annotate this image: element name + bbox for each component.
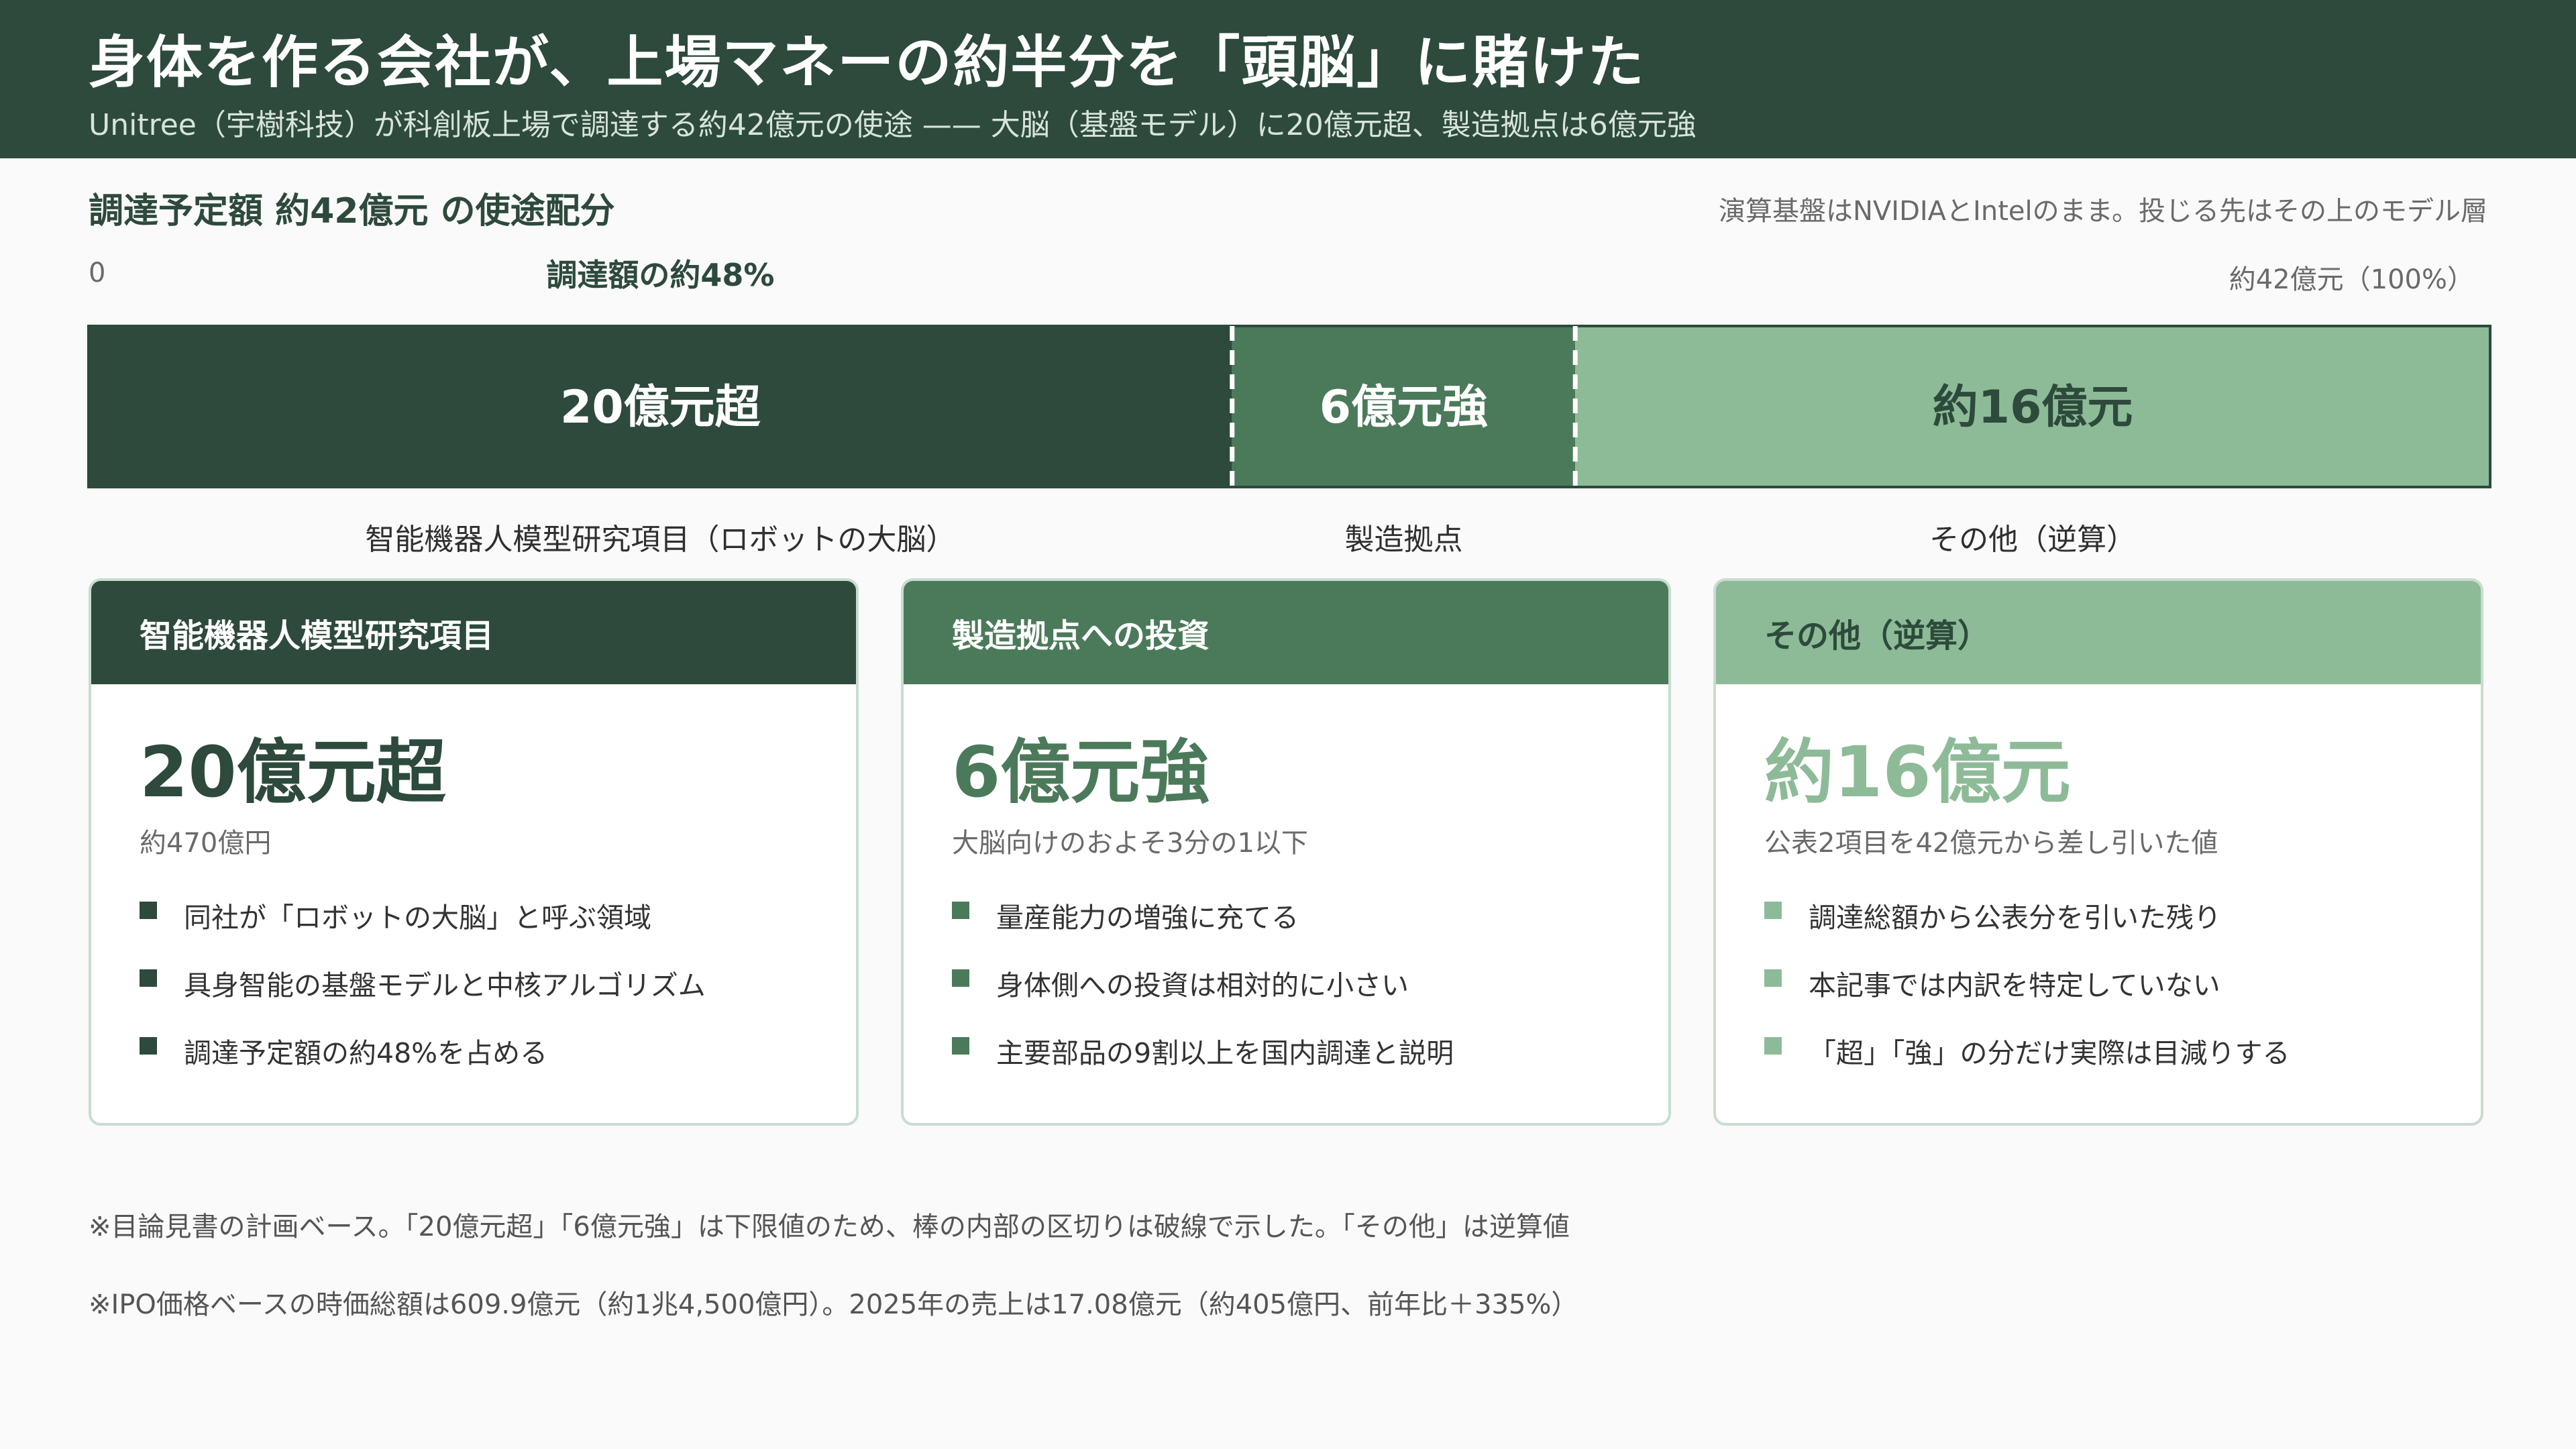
header-banner: 身体を作る会社が、上場マネーの約半分を「頭脳」に賭けた Unitree（宇樹科技… — [0, 0, 2576, 158]
segment-label-other: その他（逆算） — [1929, 523, 2137, 557]
square-bullet-icon — [952, 902, 969, 919]
list-item-text: 調達予定額の約48%を占める — [184, 1037, 548, 1069]
page-subtitle: Unitree（宇樹科技）が科創板上場で調達する約42億元の使途 —— 大脳（基… — [89, 108, 1697, 142]
list-item: 「超」「強」の分だけ実際は目減りする — [1764, 1030, 2290, 1098]
square-bullet-icon — [140, 902, 157, 919]
bar-value-label-1: 6億元強 — [1320, 381, 1488, 434]
square-bullet-icon — [1764, 969, 1782, 987]
list-item-text: 主要部品の9割以上を国内調達と説明 — [996, 1037, 1454, 1069]
list-item: 身体側への投資は相対的に小さい — [952, 963, 1454, 1030]
bar-value-label-0: 20億元超 — [560, 381, 761, 434]
square-bullet-icon — [1764, 902, 1782, 919]
card-list: 同社が「ロボットの大脳」と呼ぶ領域 具身智能の基盤モデルと中核アルゴリズム 調達… — [140, 895, 706, 1098]
page-title: 身体を作る会社が、上場マネーの約半分を「頭脳」に賭けた — [89, 30, 1646, 95]
list-item: 調達予定額の約48%を占める — [140, 1030, 706, 1098]
list-item: 具身智能の基盤モデルと中核アルゴリズム — [140, 963, 706, 1030]
list-item: 主要部品の9割以上を国内調達と説明 — [952, 1030, 1454, 1098]
square-bullet-icon — [952, 1037, 969, 1055]
card-list: 量産能力の増強に充てる 身体側への投資は相対的に小さい 主要部品の9割以上を国内… — [952, 895, 1454, 1098]
bar-annotation: 調達額の約48% — [546, 257, 775, 293]
list-item-text: 同社が「ロボットの大脳」と呼ぶ領域 — [184, 902, 651, 934]
section-title: 調達予定額 約42億元 の使途配分 — [89, 191, 615, 231]
card-heading: その他（逆算） — [1716, 581, 2481, 684]
list-item-text: 量産能力の増強に充てる — [996, 902, 1299, 934]
square-bullet-icon — [952, 969, 969, 987]
card-subtext: 公表2項目を42億元から差し引いた値 — [1764, 828, 2218, 859]
card-other: その他（逆算） 約16億元 公表2項目を42億元から差し引いた値 調達総額から公… — [1713, 578, 2483, 1126]
card-manufacturing: 製造拠点への投資 6億元強 大脳向けのおよそ3分の1以下 量産能力の増強に充てる… — [901, 578, 1671, 1126]
segment-label-manufacturing: 製造拠点 — [1344, 523, 1463, 557]
card-list: 調達総額から公表分を引いた残り 本記事では内訳を特定していない 「超」「強」の分… — [1764, 895, 2290, 1098]
square-bullet-icon — [1764, 1037, 1782, 1055]
list-item: 同社が「ロボットの大脳」と呼ぶ領域 — [140, 895, 706, 963]
card-heading: 製造拠点への投資 — [904, 581, 1668, 684]
stacked-bar-chart: 20億元超 6億元強 約16億元 — [87, 325, 2491, 488]
card-brain-research: 智能機器人模型研究項目 20億元超 約470億円 同社が「ロボットの大脳」と呼ぶ… — [89, 578, 859, 1126]
card-heading: 智能機器人模型研究項目 — [91, 581, 856, 684]
bar-value-label-2: 約16億元 — [1933, 381, 2133, 434]
list-item-text: 調達総額から公表分を引いた残り — [1809, 902, 2221, 934]
list-item: 量産能力の増強に充てる — [952, 895, 1454, 963]
footnote-1: ※目論見書の計画ベース。「20億元超」「6億元強」は下限値のため、棒の内部の区切… — [89, 1212, 1570, 1242]
list-item-text: 具身智能の基盤モデルと中核アルゴリズム — [184, 969, 706, 1002]
card-subtext: 大脳向けのおよそ3分の1以下 — [952, 828, 1308, 859]
list-item-text: 「超」「強」の分だけ実際は目減りする — [1809, 1037, 2290, 1069]
list-item-text: 本記事では内訳を特定していない — [1809, 969, 2220, 1002]
section-note: 演算基盤はNVIDIAとIntelのまま。投じる先はその上のモデル層 — [1719, 196, 2487, 227]
square-bullet-icon — [140, 1037, 157, 1055]
card-amount: 約16億元 — [1764, 731, 2071, 813]
axis-min-label: 0 — [89, 258, 106, 288]
list-item-text: 身体側への投資は相対的に小さい — [996, 969, 1409, 1002]
square-bullet-icon — [140, 969, 157, 987]
footnote-2: ※IPO価格ベースの時価総額は609.9億元（約1兆4,500億円）。2025年… — [89, 1289, 1578, 1320]
list-item: 調達総額から公表分を引いた残り — [1764, 895, 2290, 963]
card-amount: 6億元強 — [952, 731, 1210, 813]
axis-max-label: 約42億元（100%） — [2229, 264, 2474, 295]
card-subtext: 約470億円 — [140, 828, 272, 859]
list-item: 本記事では内訳を特定していない — [1764, 963, 2290, 1030]
card-amount: 20億元超 — [140, 731, 446, 813]
segment-label-brain: 智能機器人模型研究項目（ロボットの大脳） — [365, 523, 956, 557]
